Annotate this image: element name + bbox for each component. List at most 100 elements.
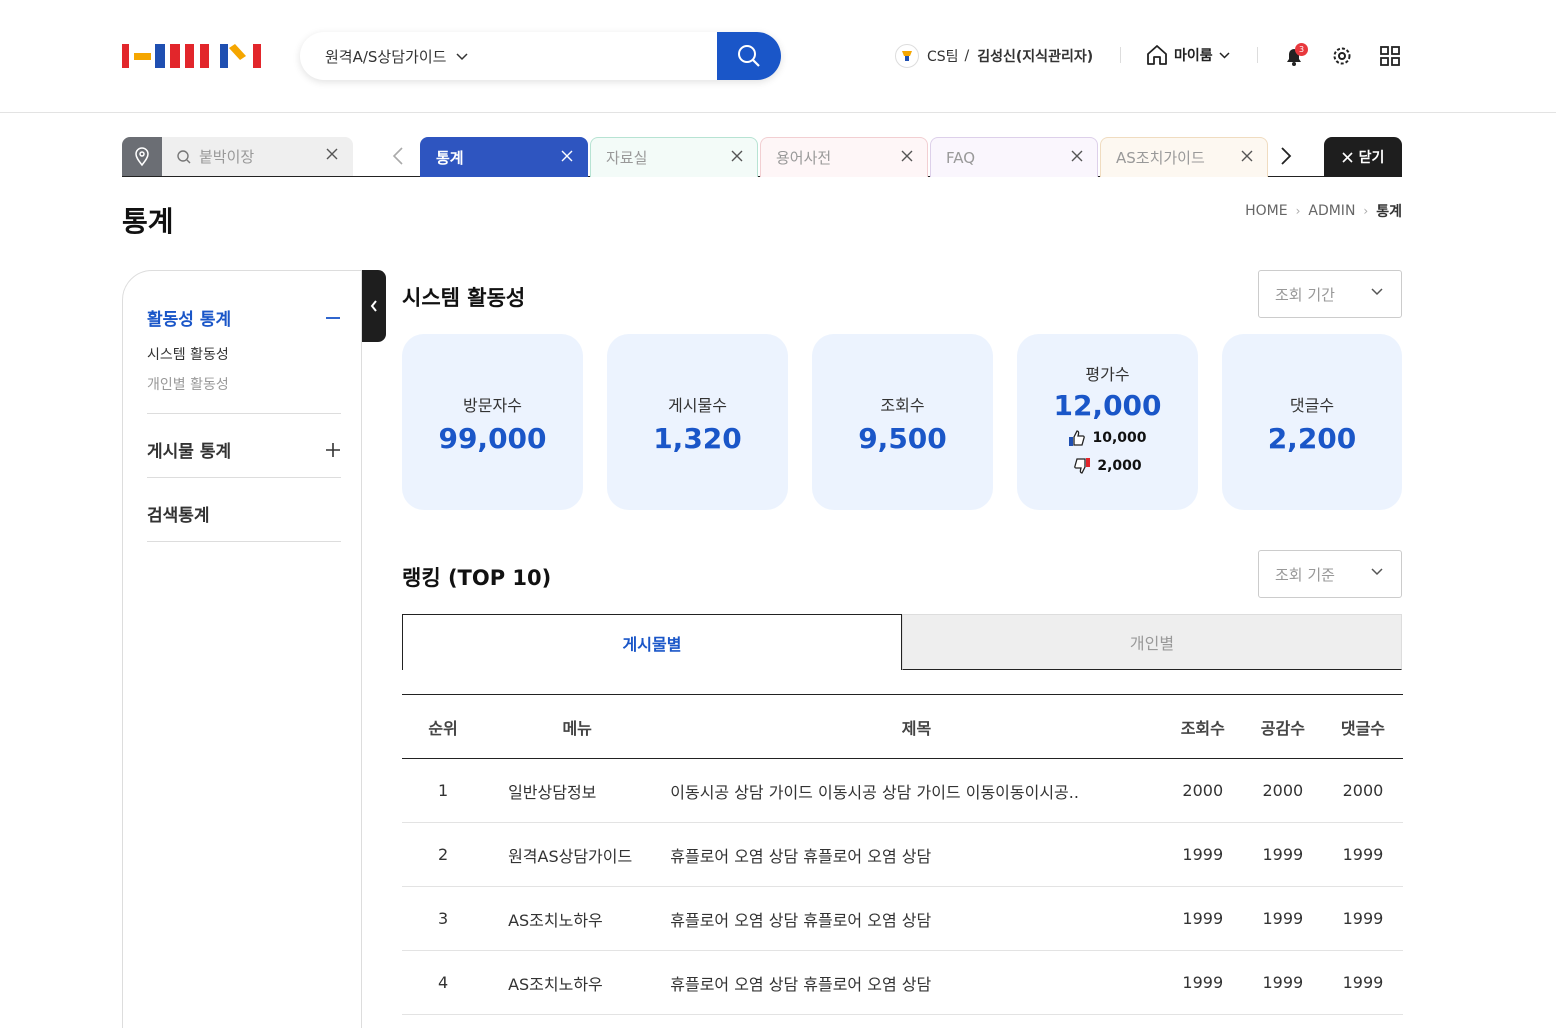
cell-title[interactable]: 휴플로어 오염 상담 휴플로어 오염 상담	[670, 886, 1163, 951]
tab-by-post[interactable]: 게시물별	[402, 614, 902, 670]
stat-value: 1,320	[653, 422, 742, 455]
tab-label: FAQ	[946, 148, 976, 167]
sidebar-group-label: 활동성 통계	[147, 310, 232, 330]
close-icon[interactable]	[1071, 150, 1083, 162]
divider	[147, 477, 341, 478]
cell-rank: 3	[402, 886, 485, 951]
page-title: 통계	[122, 205, 174, 238]
search-icon	[738, 45, 760, 67]
stat-label: 방문자수	[463, 396, 522, 415]
apps-menu-button[interactable]	[1378, 44, 1402, 68]
close-icon[interactable]	[1241, 150, 1253, 162]
tab-scroll-left-button[interactable]	[392, 147, 404, 165]
divider	[1120, 47, 1121, 63]
tab-item[interactable]: 자료실	[590, 137, 758, 177]
sidebar-item-personal-activity[interactable]: 개인별 활동성	[147, 374, 341, 394]
grid-icon	[1380, 46, 1400, 66]
period-select[interactable]: 조회 기간	[1258, 270, 1402, 318]
gear-icon	[1333, 47, 1351, 65]
location-pin-icon	[135, 146, 149, 166]
sidebar-item-system-activity[interactable]: 시스템 활동성	[147, 344, 341, 364]
tab-label: 용어사전	[776, 149, 832, 167]
sidebar-collapse-button[interactable]	[362, 270, 386, 342]
user-info[interactable]: CS팀 / 김성신(지식관리자)	[895, 44, 1093, 68]
section-title-ranking: 랭킹 (TOP 10)	[402, 566, 552, 590]
sidebar-group-search: 검색통계	[147, 501, 341, 526]
stat-label: 댓글수	[1289, 396, 1335, 415]
tab-item[interactable]: 용어사전	[760, 137, 928, 177]
user-name: 김성신(지식관리자)	[977, 49, 1094, 65]
divider	[147, 541, 341, 542]
open-tabs-bar: 붙박이장 통계 자료실 용어사전 FAQ AS조치가이드 닫기	[122, 137, 1402, 177]
close-icon[interactable]	[561, 150, 573, 162]
cell-likes: 1999	[1242, 886, 1323, 951]
section-title-activity: 시스템 활동성	[402, 286, 526, 310]
stat-value: 99,000	[438, 422, 547, 455]
sidebar-group-activity-header[interactable]: 활동성 통계	[147, 305, 341, 330]
cell-rank: 2	[402, 822, 485, 887]
stat-card-posts: 게시물수 1,320	[607, 334, 788, 510]
stat-value: 9,500	[858, 422, 947, 455]
cell-title[interactable]: 휴플로어 오염 상담 휴플로어 오염 상담	[670, 950, 1163, 1015]
tab-item[interactable]: 통계	[420, 137, 588, 177]
chevron-right-icon: ›	[1295, 204, 1301, 218]
breadcrumb-admin[interactable]: ADMIN	[1308, 203, 1355, 219]
tab-item[interactable]: FAQ	[930, 137, 1098, 177]
tab-item[interactable]: AS조치가이드	[1100, 137, 1268, 177]
cell-rank: 1	[402, 758, 485, 823]
cell-title[interactable]: 이동시공 상담 가이드 이동시공 상담 가이드 이동이동이시공..	[670, 758, 1163, 823]
breadcrumb-home[interactable]: HOME	[1245, 203, 1287, 219]
cell-comments: 1999	[1322, 886, 1403, 951]
close-icon[interactable]	[901, 150, 913, 162]
divider	[1257, 47, 1258, 63]
tab-scroll-right-button[interactable]	[1280, 147, 1292, 165]
pin-search-input[interactable]: 붙박이장	[162, 137, 353, 176]
column-header-likes: 공감수	[1242, 694, 1323, 759]
cell-likes: 1999	[1242, 822, 1323, 887]
company-logo[interactable]	[122, 44, 262, 68]
global-search: 원격A/S상담가이드	[300, 32, 781, 80]
chevron-down-icon	[1371, 288, 1383, 296]
cell-views: 2000	[1162, 758, 1243, 823]
tab-label: 자료실	[606, 149, 648, 167]
minus-icon	[326, 316, 340, 319]
myroom-menu[interactable]: 마이룸	[1146, 44, 1230, 66]
period-select-placeholder: 조회 기간	[1275, 285, 1335, 304]
criteria-select[interactable]: 조회 기준	[1258, 550, 1402, 598]
settings-button[interactable]	[1330, 44, 1354, 68]
search-category-select[interactable]: 원격A/S상담가이드	[325, 46, 468, 67]
table-row[interactable]: 1 일반상담정보 이동시공 상담 가이드 이동시공 상담 가이드 이동이동이시공..…	[402, 758, 1403, 823]
column-header-title: 제목	[670, 694, 1163, 759]
column-header-views: 조회수	[1162, 694, 1243, 759]
stat-card-comments: 댓글수 2,200	[1222, 334, 1402, 510]
breadcrumb-current: 통계	[1376, 204, 1402, 220]
cell-title[interactable]: 휴플로어 오염 상담 휴플로어 오염 상담	[670, 822, 1163, 887]
close-icon[interactable]	[731, 150, 743, 162]
notification-button[interactable]: 3	[1282, 43, 1308, 68]
cell-comments: 1999	[1322, 950, 1403, 1015]
sidebar-group-post-header[interactable]: 게시물 통계	[147, 437, 341, 462]
stat-label: 조회수	[880, 396, 925, 415]
table-row[interactable]: 3 AS조치노하우 휴플로어 오염 상담 휴플로어 오염 상담 1999 1999 199…	[402, 886, 1403, 951]
tab-label: AS조치가이드	[1116, 149, 1205, 167]
table-row[interactable]: 2 원격AS상담가이드 휴플로어 오염 상담 휴플로어 오염 상담 1999 1999 1…	[402, 822, 1403, 887]
sidebar-group-search-header[interactable]: 검색통계	[147, 501, 341, 526]
table-row[interactable]: 4 AS조치노하우 휴플로어 오염 상담 휴플로어 오염 상담 1999 1999 199…	[402, 950, 1403, 1015]
breadcrumb: HOME › ADMIN › 통계	[1245, 201, 1402, 221]
column-header-rank: 순위	[402, 694, 485, 759]
thumbs-up-value: 10,000	[1092, 430, 1147, 446]
tab-by-person[interactable]: 개인별	[902, 614, 1402, 670]
stat-card-ratings: 평가수 12,000 10,000 2,000	[1017, 334, 1198, 510]
close-icon[interactable]	[326, 148, 338, 160]
chevron-down-icon	[1219, 51, 1230, 59]
cell-comments: 1999	[1322, 822, 1403, 887]
myroom-label: 마이룸	[1174, 48, 1213, 64]
thumbs-up-count: 10,000	[1017, 426, 1198, 450]
column-header-menu: 메뉴	[484, 694, 671, 759]
close-all-tabs-button[interactable]: 닫기	[1324, 137, 1402, 177]
cell-views: 1999	[1162, 822, 1243, 887]
sidebar-group-label: 게시물 통계	[147, 442, 232, 462]
search-button[interactable]	[717, 32, 781, 80]
pin-button[interactable]	[122, 137, 162, 176]
sidebar-group-post: 게시물 통계	[147, 437, 341, 462]
